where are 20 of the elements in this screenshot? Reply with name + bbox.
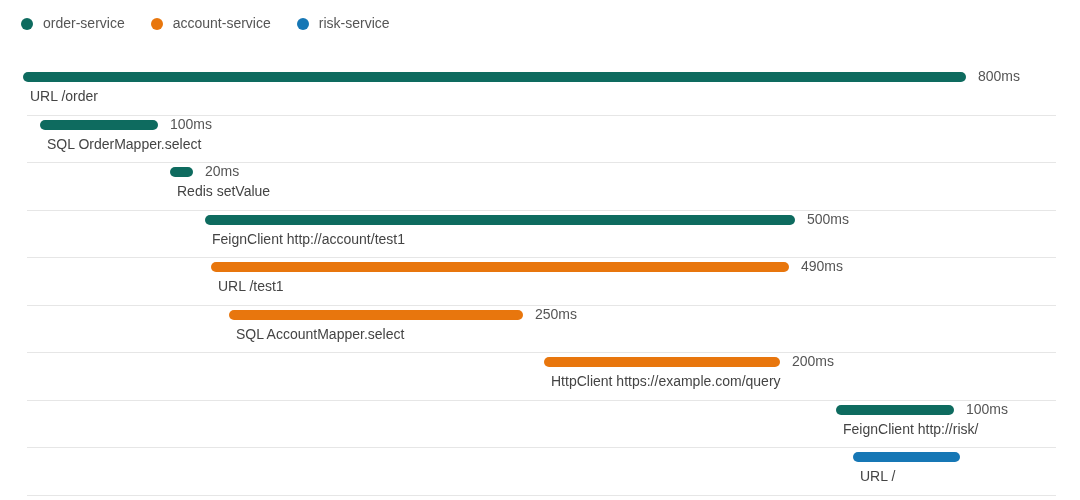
legend-label: risk-service [318,14,390,33]
legend-label: order-service [43,14,125,33]
legend-label: account-service [172,14,271,33]
span-duration: 800ms [978,67,1021,86]
span-label: FeignClient http://risk/ [843,419,979,439]
span-label: URL /order [30,87,98,106]
span-duration: 100ms [966,399,1009,419]
span-label: HttpClient https://example.com/query [551,372,781,391]
span-label: SQL AccountMapper.select [236,324,405,344]
span-label: Redis setValue [177,182,271,201]
span-label: URL /test1 [218,277,284,296]
span-duration: 500ms [807,209,850,229]
span-label: URL / [860,467,896,486]
span-duration: 200ms [792,352,835,371]
span-duration: 20ms [205,162,240,181]
span-duration: 250ms [535,304,578,324]
span-duration: 100ms [170,114,213,134]
span-duration: 490ms [801,257,844,276]
span-label: FeignClient http://account/test1 [212,229,405,249]
span-label: SQL OrderMapper.select [47,134,202,154]
